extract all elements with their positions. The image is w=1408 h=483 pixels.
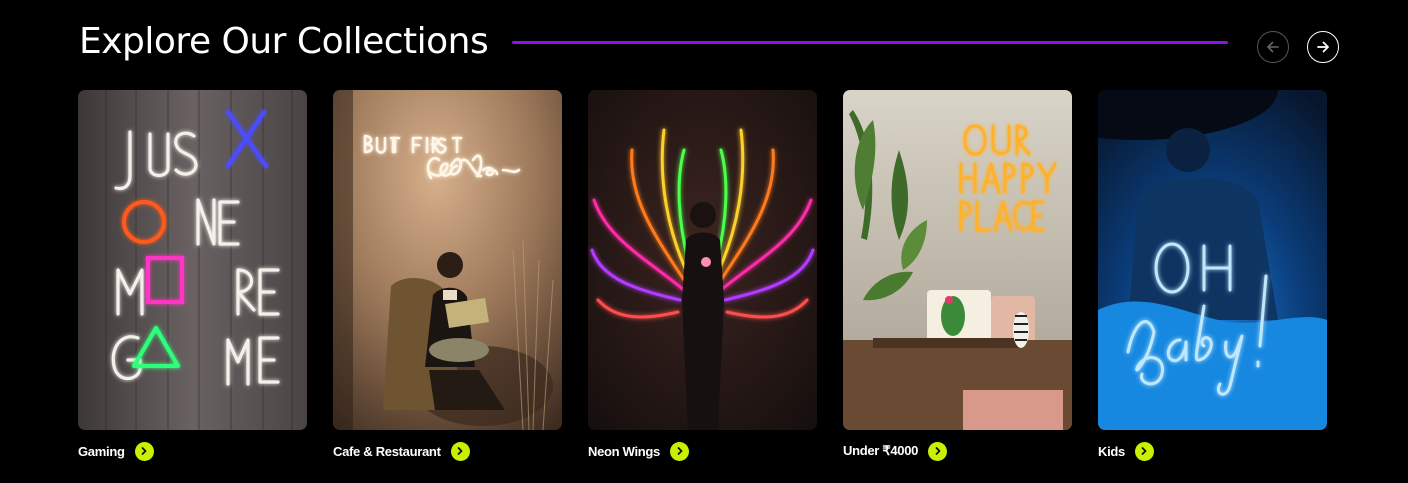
chevron-right-icon — [141, 447, 147, 455]
collection-card-gaming[interactable]: Gaming — [78, 90, 307, 461]
chevron-right-icon — [935, 447, 940, 455]
chevron-right-icon — [1142, 447, 1147, 455]
collection-card-under-4000[interactable]: Under ₹4000 — [843, 90, 1072, 461]
section-title: Explore Our Collections — [79, 21, 489, 62]
go-button[interactable] — [450, 441, 470, 461]
carousel-next-button[interactable] — [1307, 31, 1339, 63]
collection-image-cafe[interactable] — [333, 90, 562, 430]
collection-image-gaming[interactable] — [78, 90, 307, 430]
collection-card-cafe-restaurant[interactable]: Cafe & Restaurant — [333, 90, 562, 461]
title-divider-line — [512, 41, 1228, 44]
collections-carousel: Gaming Cafe & Restaurant Neon Wings Unde… — [78, 90, 1328, 470]
arrow-right-icon — [1317, 41, 1329, 53]
chevron-right-icon — [677, 447, 682, 455]
collection-card-neon-wings[interactable]: Neon Wings — [588, 90, 817, 461]
arrow-left-icon — [1267, 41, 1279, 53]
go-button[interactable] — [928, 441, 948, 461]
go-button[interactable] — [670, 441, 689, 461]
section-header: Explore Our Collections — [79, 18, 1341, 74]
go-button[interactable] — [134, 441, 154, 461]
chevron-right-icon — [457, 447, 463, 455]
go-button[interactable] — [1134, 441, 1154, 461]
collection-label[interactable]: Cafe & Restaurant — [333, 444, 441, 459]
collection-image-kids[interactable] — [1098, 90, 1327, 430]
collection-label[interactable]: Gaming — [78, 444, 125, 459]
collection-image-neon-wings[interactable] — [588, 90, 817, 430]
collection-label[interactable]: Neon Wings — [588, 444, 660, 459]
collection-image-under-4000[interactable] — [843, 90, 1072, 430]
collection-card-kids[interactable]: Kids — [1098, 90, 1327, 461]
collection-label[interactable]: Kids — [1098, 444, 1125, 459]
carousel-prev-button[interactable] — [1257, 31, 1289, 63]
collection-label[interactable]: Under ₹4000 — [843, 443, 918, 459]
